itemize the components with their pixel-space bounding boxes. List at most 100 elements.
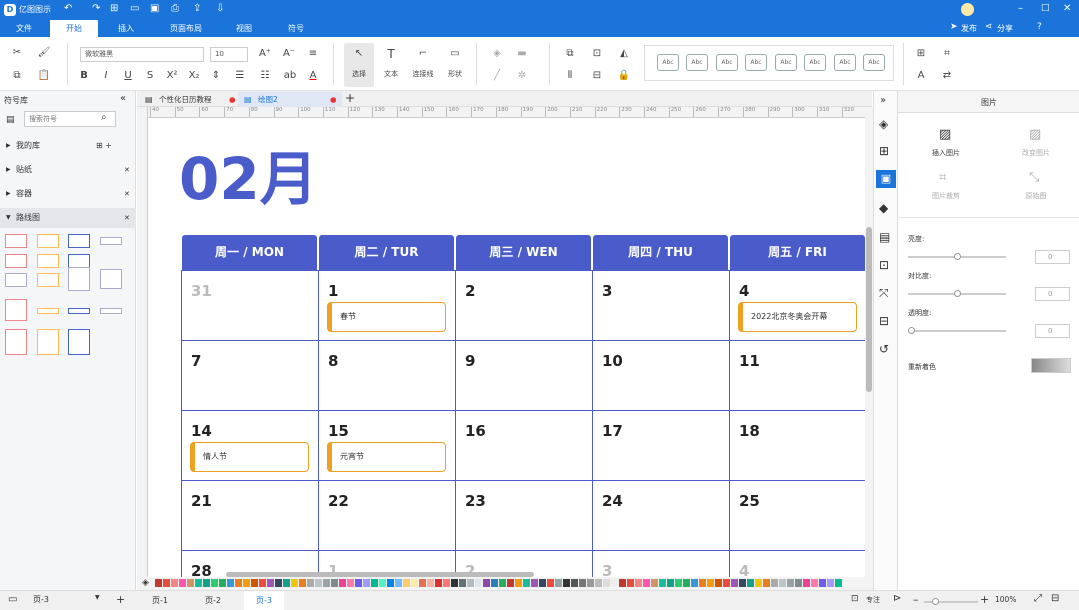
add-icon[interactable]: ⊞ +	[96, 136, 112, 156]
maximize-icon[interactable]: □	[1041, 3, 1050, 13]
color-swatch[interactable]	[595, 579, 602, 587]
color-swatch[interactable]	[283, 579, 290, 587]
color-swatch[interactable]	[555, 579, 562, 587]
weekday-header[interactable]: 周四 / THU	[593, 235, 728, 270]
close-library-icon[interactable]: ✕	[124, 208, 130, 228]
color-swatch[interactable]	[363, 579, 370, 587]
color-swatch[interactable]	[411, 579, 418, 587]
play-icon[interactable]: ⊳	[893, 593, 901, 604]
text-tool-icon[interactable]: T	[384, 47, 398, 61]
color-swatch[interactable]	[227, 579, 234, 587]
undo-icon[interactable]: ↶	[64, 3, 72, 14]
more-icon[interactable]: ⇩	[216, 3, 224, 14]
style-preset[interactable]: Abc	[804, 54, 826, 71]
page-panel-icon[interactable]: ▤	[879, 230, 890, 244]
style-preset[interactable]: Abc	[716, 54, 738, 71]
color-swatch[interactable]	[627, 579, 634, 587]
fill-panel-icon[interactable]: ◈	[879, 117, 888, 131]
color-swatch[interactable]	[211, 579, 218, 587]
transparency-input[interactable]: 0	[1035, 324, 1070, 338]
align-shapes-icon[interactable]: ⫴	[563, 69, 577, 83]
share-button[interactable]: 分享	[997, 23, 1013, 34]
weekday-header[interactable]: 周三 / WEN	[456, 235, 591, 270]
group-icon[interactable]: ⊡	[590, 47, 604, 61]
brightness-knob[interactable]	[954, 253, 961, 260]
add-page-icon[interactable]: +	[116, 593, 125, 606]
day-number[interactable]: 24	[602, 492, 623, 510]
color-swatch[interactable]	[243, 579, 250, 587]
export-icon[interactable]: ⇪	[193, 3, 201, 14]
color-swatch[interactable]	[731, 579, 738, 587]
roadmap-shape[interactable]	[68, 329, 90, 355]
roadmap-shape[interactable]	[68, 254, 90, 268]
color-swatch[interactable]	[547, 579, 554, 587]
day-number[interactable]: 23	[465, 492, 486, 510]
line-spacing-icon[interactable]: ☰	[233, 69, 247, 83]
day-number[interactable]: 1	[328, 282, 338, 300]
menu-symbol[interactable]: 符号	[272, 20, 320, 37]
color-swatch[interactable]	[339, 579, 346, 587]
color-swatch[interactable]	[219, 579, 226, 587]
transparency-knob[interactable]	[908, 327, 915, 334]
color-swatch[interactable]	[443, 579, 450, 587]
bold-icon[interactable]: B	[77, 69, 91, 83]
roadmap-shape[interactable]	[68, 234, 90, 248]
color-swatch[interactable]	[691, 579, 698, 587]
day-number[interactable]: 31	[191, 282, 212, 300]
color-swatch[interactable]	[275, 579, 282, 587]
day-number[interactable]: 8	[328, 352, 338, 370]
font-name-select[interactable]: 微软雅黑	[80, 47, 204, 62]
day-number[interactable]: 16	[465, 422, 486, 440]
style-preset[interactable]: Abc	[863, 54, 885, 71]
shadow-icon[interactable]: ✲	[515, 69, 529, 83]
contrast-input[interactable]: 0	[1035, 287, 1070, 301]
color-swatch[interactable]	[171, 579, 178, 587]
search-icon[interactable]: ⌕	[101, 112, 107, 123]
crop-image-icon[interactable]: ⌗	[939, 170, 946, 185]
publish-icon[interactable]: ➤	[950, 22, 958, 32]
fit-screen-icon[interactable]: ⤢	[1034, 593, 1042, 604]
page-tab-3[interactable]: 页-3	[244, 591, 284, 610]
day-number[interactable]: 10	[602, 352, 623, 370]
text-direction-icon[interactable]: ⇕	[209, 69, 223, 83]
collapse-icon[interactable]: «	[120, 93, 126, 104]
list-icon[interactable]: ☷	[258, 69, 272, 83]
save-icon[interactable]: ▣	[150, 3, 159, 14]
color-swatch[interactable]	[379, 579, 386, 587]
close-icon[interactable]: ✕	[1063, 3, 1071, 14]
color-swatch[interactable]	[683, 579, 690, 587]
color-swatch[interactable]	[299, 579, 306, 587]
day-number[interactable]: 25	[739, 492, 760, 510]
roadmap-shape[interactable]	[5, 329, 27, 355]
focus-button[interactable]: 专注	[866, 595, 880, 605]
color-swatch[interactable]	[771, 579, 778, 587]
menu-home[interactable]: 开始	[50, 20, 98, 37]
library-stickers[interactable]: ▶ 贴纸 ✕	[0, 160, 136, 180]
color-swatch[interactable]	[563, 579, 570, 587]
zoom-knob[interactable]	[932, 598, 939, 605]
crop-icon[interactable]: ⌗	[940, 47, 954, 61]
roadmap-shape[interactable]	[68, 267, 90, 291]
day-number[interactable]: 21	[191, 492, 212, 510]
weekday-header[interactable]: 周二 / TUR	[319, 235, 454, 270]
open-icon[interactable]: ▭	[130, 3, 139, 14]
day-number[interactable]: 14	[191, 422, 212, 440]
day-number[interactable]: 18	[739, 422, 760, 440]
day-number[interactable]: 2	[465, 282, 475, 300]
menu-file[interactable]: 文件	[0, 20, 48, 37]
grid-panel-icon[interactable]: ⊞	[879, 144, 889, 158]
shape-icon[interactable]: ▭	[448, 47, 462, 61]
strikethrough-icon[interactable]: S	[143, 69, 157, 83]
decrease-font-icon[interactable]: A⁻	[282, 47, 296, 61]
style-preset[interactable]: Abc	[834, 54, 856, 71]
color-swatch[interactable]	[267, 579, 274, 587]
menu-insert[interactable]: 插入	[102, 20, 150, 37]
publish-button[interactable]: 发布	[961, 23, 977, 34]
color-swatch[interactable]	[491, 579, 498, 587]
share-icon[interactable]: ⋖	[985, 22, 993, 32]
event-spring[interactable]: 春节	[327, 302, 446, 332]
zoom-in-icon[interactable]: +	[980, 593, 989, 606]
minimize-icon[interactable]: –	[1018, 3, 1023, 14]
transparency-slider[interactable]	[908, 330, 1006, 332]
color-swatch[interactable]	[499, 579, 506, 587]
